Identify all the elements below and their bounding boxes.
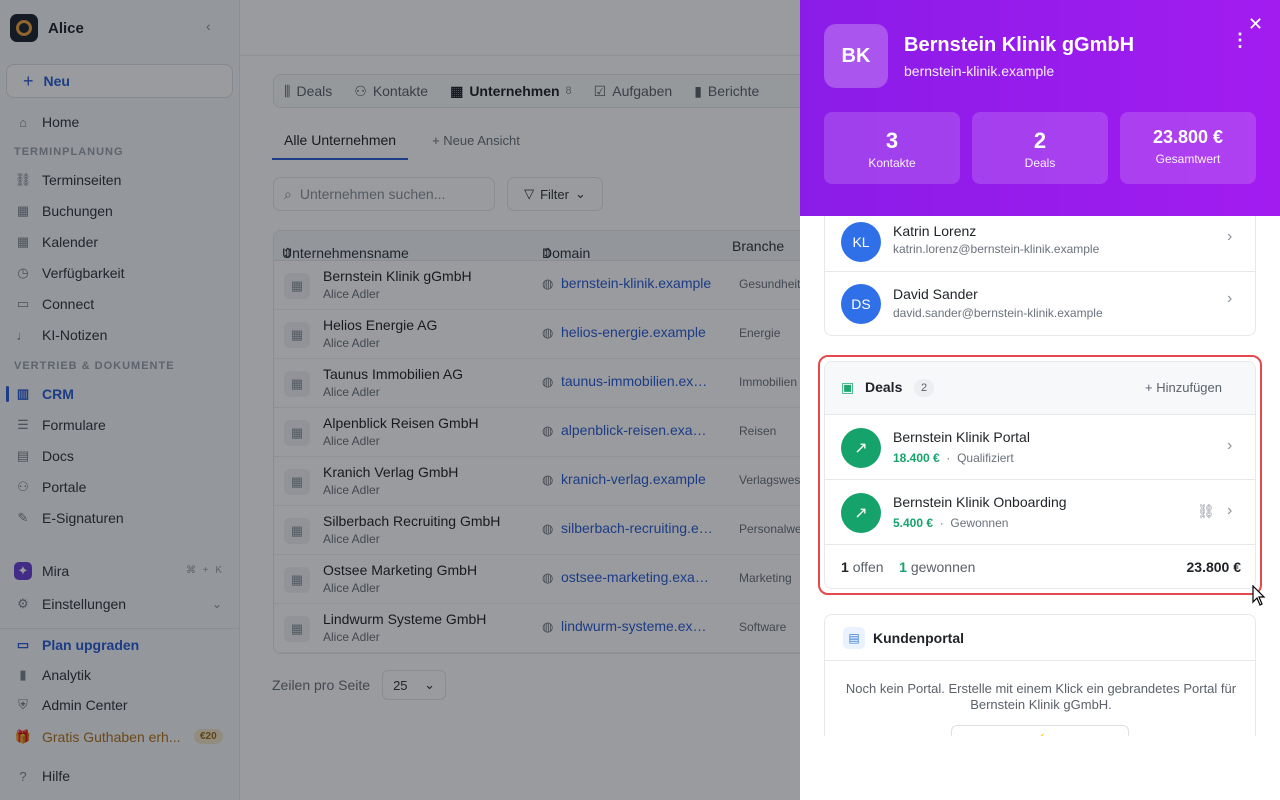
contact-name: David Sander <box>893 286 978 302</box>
deal-meta: 5.400 € · Gewonnen <box>893 516 1008 530</box>
deals-title: Deals <box>865 379 903 395</box>
deal-meta: 18.400 € · Qualifiziert <box>893 451 1014 465</box>
contact-email: david.sander@bernstein-klinik.example <box>893 306 1103 320</box>
panel-footer-space <box>800 736 1280 800</box>
separator: · <box>939 516 944 530</box>
modal-backdrop[interactable] <box>0 0 800 800</box>
won-count: 1 <box>899 559 907 575</box>
deal-row[interactable]: ↗ Bernstein Klinik Portal 18.400 € · Qua… <box>825 415 1255 480</box>
portal-header: ▤ Kundenportal <box>825 615 1255 661</box>
deal-value: 5.400 € <box>893 516 934 530</box>
open-label: offen <box>852 559 884 575</box>
chevron-right-icon: › <box>1227 228 1233 245</box>
deal-value: 18.400 € <box>893 451 940 465</box>
chevron-right-icon: › <box>1227 437 1233 454</box>
deals-total: 23.800 € <box>1186 559 1242 575</box>
deal-row[interactable]: ↗ Bernstein Klinik Onboarding 5.400 € · … <box>825 480 1255 545</box>
contact-row[interactable]: KL Katrin Lorenz katrin.lorenz@bernstein… <box>825 216 1255 272</box>
close-icon[interactable]: ✕ <box>1248 14 1263 35</box>
contact-row[interactable]: DS David Sander david.sander@bernstein-k… <box>825 272 1255 335</box>
stat-value: 2 <box>1033 128 1047 153</box>
stat-value: 3 <box>885 128 899 153</box>
stat-label: Kontakte <box>868 156 916 170</box>
unlink-icon[interactable]: ⛓ <box>1197 503 1215 520</box>
stat-label: Gesamtwert <box>1155 152 1221 166</box>
deal-name: Bernstein Klinik Onboarding <box>893 494 1067 510</box>
deal-name: Bernstein Klinik Portal <box>893 429 1030 445</box>
avatar: KL <box>841 222 881 262</box>
open-count: 1 <box>841 559 849 575</box>
mouse-cursor-icon <box>1252 585 1266 606</box>
deals-summary: 1 offen 1 gewonnen 23.800 € <box>841 559 1241 575</box>
chevron-right-icon: › <box>1227 502 1233 519</box>
add-deal-button[interactable]: + Hinzufügen <box>1145 380 1222 395</box>
panel-header: BK Bernstein Klinik gGmbH bernstein-klin… <box>800 0 1280 216</box>
trending-up-icon: ↗ <box>841 428 881 468</box>
contacts-list: KL Katrin Lorenz katrin.lorenz@bernstein… <box>824 216 1256 336</box>
company-domain: bernstein-klinik.example <box>904 63 1055 79</box>
company-detail-panel: BK Bernstein Klinik gGmbH bernstein-klin… <box>800 0 1280 800</box>
deals-count-badge: 2 <box>914 379 934 397</box>
company-name: Bernstein Klinik gGmbH <box>904 34 1135 56</box>
company-avatar: BK <box>824 24 888 88</box>
separator: · <box>946 451 951 465</box>
won-label: gewonnen <box>910 559 976 575</box>
contact-email: katrin.lorenz@bernstein-klinik.example <box>893 242 1100 256</box>
briefcase-icon: ▣ <box>841 379 855 395</box>
deals-card: ▣ Deals 2 + Hinzufügen ↗ Bernstein Klini… <box>824 361 1256 589</box>
more-options-icon[interactable]: ⋮ <box>1231 30 1249 51</box>
portal-title: Kundenportal <box>873 630 964 646</box>
stat-contacts: 3 Kontakte <box>824 112 960 184</box>
customer-portal-card: ▤ Kundenportal Noch kein Portal. Erstell… <box>824 614 1256 744</box>
portal-empty-text: Noch kein Portal. Erstelle mit einem Kli… <box>845 681 1237 712</box>
layout-icon: ▤ <box>843 627 865 649</box>
stat-deals: 2 Deals <box>972 112 1108 184</box>
trending-up-icon: ↗ <box>841 493 881 533</box>
contact-name: Katrin Lorenz <box>893 223 977 239</box>
avatar: DS <box>841 284 881 324</box>
stat-value: 23.800 € <box>1152 127 1224 147</box>
deal-stage: Gewonnen <box>950 516 1009 530</box>
stat-label: Deals <box>1024 156 1056 170</box>
deal-stage: Qualifiziert <box>957 451 1014 465</box>
deals-header: ▣ Deals 2 + Hinzufügen <box>825 362 1255 415</box>
stat-total: 23.800 € Gesamtwert <box>1120 112 1256 184</box>
chevron-right-icon: › <box>1227 290 1233 307</box>
add-deal-label: Hinzufügen <box>1156 380 1222 395</box>
